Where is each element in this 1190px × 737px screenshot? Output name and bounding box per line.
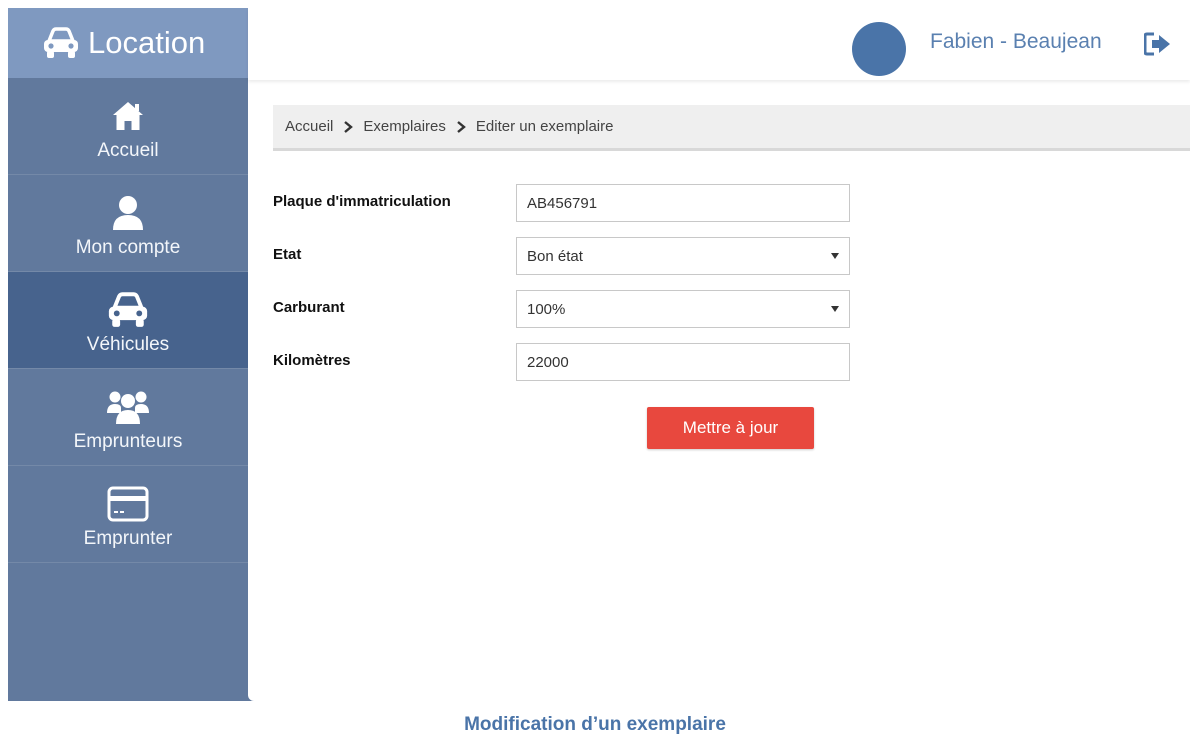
update-button[interactable]: Mettre à jour bbox=[647, 407, 814, 449]
chevron-right-icon bbox=[344, 120, 354, 133]
avatar[interactable] bbox=[852, 22, 906, 76]
fuel-label: Carburant bbox=[273, 299, 345, 316]
sidebar-item-vehicules[interactable]: Véhicules bbox=[8, 272, 248, 369]
state-select[interactable]: Bon état bbox=[516, 237, 850, 275]
plate-label: Plaque d'immatriculation bbox=[273, 193, 451, 210]
sidebar-item-label: Mon compte bbox=[75, 237, 181, 258]
form-row-plate: Plaque d'immatriculation AB456791 bbox=[273, 184, 973, 222]
caret-down-icon bbox=[831, 253, 839, 259]
top-bar: Fabien - Beaujean bbox=[248, 8, 1190, 80]
main-content: Fabien - Beaujean Accueil Exemplaires Ed… bbox=[248, 8, 1190, 701]
chevron-right-icon bbox=[457, 120, 466, 133]
users-icon bbox=[106, 385, 150, 429]
plate-input[interactable]: AB456791 bbox=[516, 184, 850, 222]
brand-title: Location bbox=[88, 25, 206, 60]
brand[interactable]: Location bbox=[8, 8, 248, 78]
user-icon bbox=[111, 191, 145, 235]
username[interactable]: Fabien - Beaujean bbox=[930, 30, 1102, 54]
sidebar-item-accueil[interactable]: Accueil bbox=[8, 78, 248, 175]
form-row-state: Etat Bon état bbox=[273, 237, 973, 275]
sidebar-item-emprunter[interactable]: Emprunter bbox=[8, 466, 248, 563]
km-label: Kilomètres bbox=[273, 352, 351, 369]
sidebar-item-label: Accueil bbox=[97, 140, 159, 161]
form-row-fuel: Carburant 100% bbox=[273, 290, 973, 328]
fuel-value: 100% bbox=[527, 300, 566, 318]
plate-value: AB456791 bbox=[527, 194, 598, 212]
breadcrumb: Accueil Exemplaires Editer un exemplaire bbox=[273, 105, 1190, 151]
sidebar-item-emprunteurs[interactable]: Emprunteurs bbox=[8, 369, 248, 466]
breadcrumb-exemplaires[interactable]: Exemplaires bbox=[363, 118, 446, 135]
form-row-km: Kilomètres 22000 bbox=[273, 343, 973, 381]
km-input[interactable]: 22000 bbox=[516, 343, 850, 381]
state-value: Bon état bbox=[527, 247, 583, 265]
sidebar-item-label: Emprunteurs bbox=[73, 431, 183, 452]
credit-card-icon bbox=[106, 482, 150, 526]
sidebar-item-label: Véhicules bbox=[86, 334, 170, 355]
sidebar-item-label: Emprunter bbox=[83, 528, 173, 549]
state-label: Etat bbox=[273, 246, 302, 263]
home-icon bbox=[111, 94, 145, 138]
figure-caption: Modification d’un exemplaire bbox=[464, 714, 726, 735]
sidebar: Location Accueil Mon compte Véhicules Em… bbox=[8, 8, 248, 701]
sidebar-item-mon-compte[interactable]: Mon compte bbox=[8, 175, 248, 272]
caret-down-icon bbox=[831, 306, 839, 312]
fuel-select[interactable]: 100% bbox=[516, 290, 850, 328]
logout-icon[interactable] bbox=[1144, 32, 1172, 56]
breadcrumb-accueil[interactable]: Accueil bbox=[285, 118, 333, 135]
km-value: 22000 bbox=[527, 353, 569, 371]
breadcrumb-current: Editer un exemplaire bbox=[475, 118, 614, 135]
car-icon bbox=[44, 27, 78, 58]
car-icon bbox=[106, 288, 150, 332]
app-window: Location Accueil Mon compte Véhicules Em… bbox=[8, 8, 1190, 701]
